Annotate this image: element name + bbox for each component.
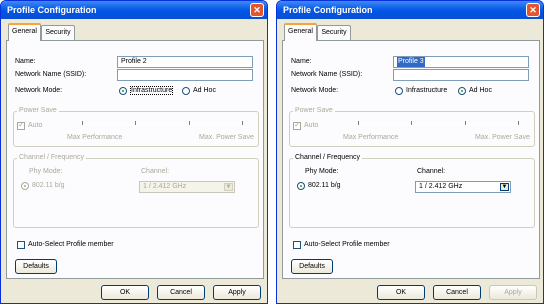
channel-label: Channel:	[417, 168, 446, 175]
phy-mode-value: 802.11 b/g	[308, 182, 341, 189]
slider-tick	[82, 121, 83, 125]
auto-select-checkbox[interactable]	[293, 241, 301, 249]
ok-button[interactable]: OK	[377, 285, 425, 300]
power-save-title: Power Save	[17, 107, 59, 114]
power-save-title: Power Save	[293, 107, 335, 114]
max-power-save-label: Max. Power Save	[475, 134, 530, 141]
adhoc-radio[interactable]	[458, 87, 466, 95]
max-performance-label: Max Performance	[343, 134, 399, 141]
defaults-button[interactable]: Defaults	[15, 259, 57, 274]
auto-select-label: Auto-Select Profile member	[304, 241, 390, 248]
phy-mode-radio[interactable]	[21, 182, 29, 190]
window-title: Profile Configuration	[277, 1, 543, 19]
tab-security[interactable]: Security	[41, 25, 75, 40]
slider-tick	[465, 121, 466, 125]
cancel-button[interactable]: Cancel	[433, 285, 481, 300]
name-value: Profile 3	[397, 57, 425, 67]
channel-select[interactable]: 1 / 2.412 GHz ▼	[139, 181, 235, 193]
apply-button[interactable]: Apply	[213, 285, 261, 300]
window-title: Profile Configuration	[1, 1, 267, 19]
name-field[interactable]: Profile 2	[117, 56, 253, 68]
name-label: Name:	[291, 58, 312, 65]
channel-label: Channel:	[141, 168, 170, 175]
ssid-field[interactable]	[117, 69, 253, 81]
infrastructure-label: Infrastructure	[130, 86, 174, 95]
channel-title: Channel / Frequency	[293, 154, 362, 161]
slider-tick	[242, 121, 243, 125]
phy-mode-label: Phy Mode:	[305, 168, 339, 175]
channel-value: 1 / 2.412 GHz	[419, 183, 463, 190]
close-icon[interactable]: ✕	[250, 3, 264, 17]
auto-checkbox[interactable]	[293, 120, 301, 130]
general-panel: Name: Profile 3 Network Name (SSID): Net…	[282, 40, 540, 279]
adhoc-radio[interactable]	[182, 87, 190, 95]
profile-config-window-2: Profile Configuration ✕ General Security…	[276, 0, 544, 304]
infrastructure-radio[interactable]	[119, 87, 127, 95]
auto-select-label: Auto-Select Profile member	[28, 241, 114, 248]
phy-mode-radio[interactable]	[297, 182, 305, 190]
channel-title: Channel / Frequency	[17, 154, 86, 161]
channel-value: 1 / 2.412 GHz	[143, 183, 187, 190]
mode-label: Network Mode:	[15, 87, 63, 94]
power-slider-track[interactable]	[82, 124, 242, 125]
phy-mode-value: 802.11 b/g	[32, 182, 65, 189]
chevron-down-icon[interactable]: ▼	[500, 183, 509, 191]
max-performance-label: Max Performance	[67, 134, 123, 141]
phy-mode-label: Phy Mode:	[29, 168, 63, 175]
auto-label: Auto	[28, 122, 43, 129]
auto-checkbox[interactable]	[17, 120, 25, 130]
name-label: Name:	[15, 58, 36, 65]
general-panel: Name: Profile 2 Network Name (SSID): Net…	[6, 40, 264, 279]
profile-config-window-1: Profile Configuration ✕ General Security…	[0, 0, 268, 304]
ssid-field[interactable]	[393, 69, 529, 81]
name-value: Profile 2	[121, 58, 147, 65]
infrastructure-label: Infrastructure	[406, 87, 448, 94]
cancel-button[interactable]: Cancel	[157, 285, 205, 300]
mode-label: Network Mode:	[291, 87, 339, 94]
ok-button[interactable]: OK	[101, 285, 149, 300]
ssid-label: Network Name (SSID):	[291, 71, 363, 78]
ssid-label: Network Name (SSID):	[15, 71, 87, 78]
adhoc-label: Ad Hoc	[469, 87, 492, 94]
tab-general[interactable]: General	[284, 23, 317, 41]
close-icon[interactable]: ✕	[526, 3, 540, 17]
slider-tick	[358, 121, 359, 125]
power-save-group	[289, 111, 535, 147]
max-power-save-label: Max. Power Save	[199, 134, 254, 141]
adhoc-label: Ad Hoc	[193, 87, 216, 94]
power-save-group	[13, 111, 259, 147]
slider-tick	[411, 121, 412, 125]
auto-select-checkbox[interactable]	[17, 241, 25, 249]
slider-tick	[135, 121, 136, 125]
name-field[interactable]: Profile 3	[393, 56, 529, 68]
auto-label: Auto	[304, 122, 319, 129]
tab-security[interactable]: Security	[317, 25, 351, 40]
chevron-down-icon[interactable]: ▼	[224, 183, 233, 191]
channel-select[interactable]: 1 / 2.412 GHz ▼	[415, 181, 511, 193]
infrastructure-radio[interactable]	[395, 87, 403, 95]
defaults-button[interactable]: Defaults	[291, 259, 333, 274]
apply-button[interactable]: Apply	[489, 285, 537, 300]
tab-general[interactable]: General	[8, 23, 41, 41]
power-slider-track[interactable]	[358, 124, 518, 125]
slider-tick	[189, 121, 190, 125]
slider-tick	[518, 121, 519, 125]
